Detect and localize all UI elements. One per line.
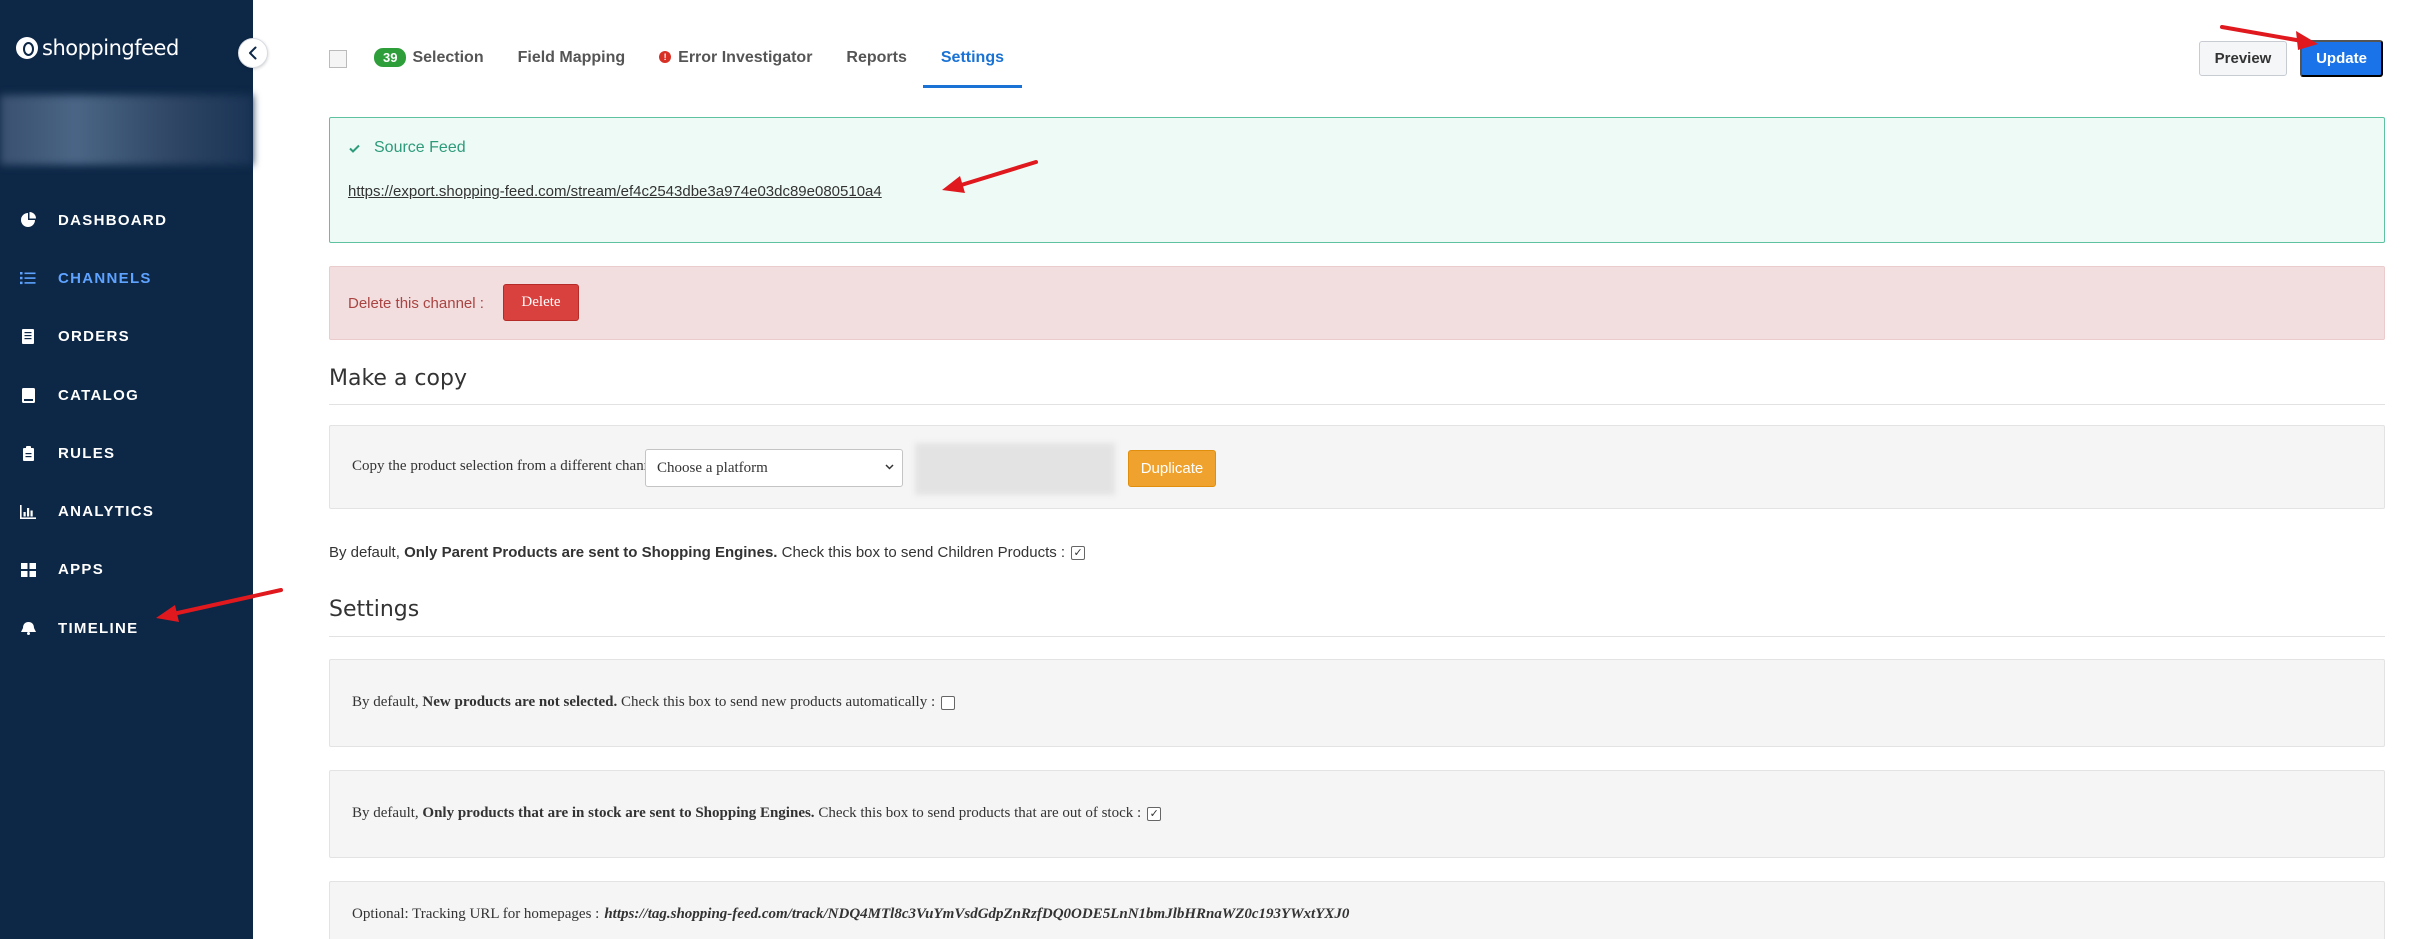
tab-selection[interactable]: 39 Selection [374,38,484,88]
chevron-down-icon [885,459,894,474]
make-a-copy-heading: Make a copy [329,366,467,391]
source-feed-title-text: Source Feed [374,139,466,156]
tracking-url-value: https://tag.shopping-feed.com/track/NDQ4… [604,906,1350,922]
sidebar-item-label: TIMELINE [58,619,139,637]
grid-icon [18,561,38,579]
tab-settings[interactable]: Settings [922,38,1022,88]
bell-icon [18,619,38,637]
tab-label: Reports [846,49,907,66]
tracking-url-label: Optional: Tracking URL for homepages : [352,906,600,922]
source-feed-url-link[interactable]: https://export.shopping-feed.com/stream/… [348,183,882,200]
selection-count-badge: 39 [374,48,407,67]
list-icon [18,269,38,287]
option-suffix: Check this box to send Children Products… [781,544,1066,561]
tab-label: Selection [412,49,484,66]
platform-select[interactable]: Choose a platform [645,449,903,487]
receipt-icon [18,328,38,346]
bar-chart-icon [18,503,38,521]
in-stock-option-panel: By default, Only products that are in st… [329,770,2385,858]
main-content: 39 Selection Field Mapping ! Error Inves… [253,0,2422,939]
option-suffix: Check this box to send products that are… [818,805,1142,821]
sidebar-item-label: DASHBOARD [58,211,168,229]
channel-select-redacted[interactable] [915,443,1115,495]
sidebar-item-dashboard[interactable]: DASHBOARD [0,191,253,249]
tab-label: Field Mapping [517,49,626,66]
channel-logo-image [329,50,347,68]
tab-label: Error Investigator [678,49,813,66]
copy-selection-panel: Copy the product selection from a differ… [329,425,2385,509]
option-suffix: Check this box to send new products auto… [621,694,936,710]
option-emphasis: New products are not selected. [422,694,618,710]
brand-logo[interactable]: shoppingfeed [16,36,179,60]
brand-name: shoppingfeed [42,36,179,60]
delete-channel-panel: Delete this channel : Delete [329,266,2385,340]
tracking-url-panel: Optional: Tracking URL for homepages : h… [329,881,2385,939]
platform-select-value: Choose a platform [657,459,768,476]
divider [329,636,2385,637]
sidebar-item-rules[interactable]: RULES [0,424,253,482]
option-prefix: By default, [352,805,419,821]
send-out-of-stock-checkbox[interactable]: ✓ [1147,806,1162,821]
annotation-arrow-update [2220,25,2318,50]
sidebar-item-channels[interactable]: CHANNELS [0,249,253,307]
channel-tabs: 39 Selection Field Mapping ! Error Inves… [329,38,1056,88]
logo-icon [16,37,38,59]
option-prefix: By default, [352,694,419,710]
account-switcher[interactable] [0,95,253,165]
sidebar-item-orders[interactable]: ORDERS [0,308,253,366]
parent-products-option: By default, Only Parent Products are sen… [329,544,1086,561]
tab-field-mapping[interactable]: Field Mapping [518,38,626,88]
error-alert-icon: ! [659,51,672,63]
sidebar-item-label: APPS [58,561,105,579]
chevron-left-icon [249,46,257,60]
annotation-arrow-source-feed [942,160,1038,193]
book-icon [18,386,38,404]
sidebar-item-analytics[interactable]: ANALYTICS [0,482,253,540]
divider [329,404,2385,405]
sidebar: shoppingfeed DASHBOARD CHANNELS ORDERS C [0,0,253,939]
collapse-sidebar-button[interactable] [238,38,268,68]
tab-error-investigator[interactable]: ! Error Investigator [659,38,812,88]
send-children-products-checkbox[interactable]: ✓ [1071,545,1086,560]
tab-label: Settings [940,49,1004,66]
duplicate-button[interactable]: Duplicate [1128,450,1216,487]
source-feed-title: Source Feed [349,139,466,157]
copy-selection-label: Copy the product selection from a differ… [352,458,663,474]
sidebar-item-label: CHANNELS [58,269,152,287]
tab-reports[interactable]: Reports [846,38,906,88]
send-new-products-checkbox[interactable] [941,695,956,710]
source-feed-panel: Source Feed https://export.shopping-feed… [329,117,2385,243]
sidebar-item-catalog[interactable]: CATALOG [0,366,253,424]
sidebar-item-label: ANALYTICS [58,503,155,521]
sidebar-item-label: RULES [58,444,116,462]
new-products-option-panel: By default, New products are not selecte… [329,659,2385,747]
option-prefix: By default, [329,544,400,561]
delete-button[interactable]: Delete [503,284,579,321]
delete-channel-label: Delete this channel : [348,295,484,312]
option-emphasis: Only Parent Products are sent to Shoppin… [404,544,778,561]
settings-heading: Settings [329,597,420,622]
sidebar-item-label: CATALOG [58,386,140,404]
check-icon [349,140,360,156]
sidebar-item-label: ORDERS [58,328,130,346]
option-emphasis: Only products that are in stock are sent… [422,805,815,821]
pie-chart-icon [18,211,38,229]
annotation-arrow-timeline [156,588,283,622]
clipboard-icon [18,444,38,462]
